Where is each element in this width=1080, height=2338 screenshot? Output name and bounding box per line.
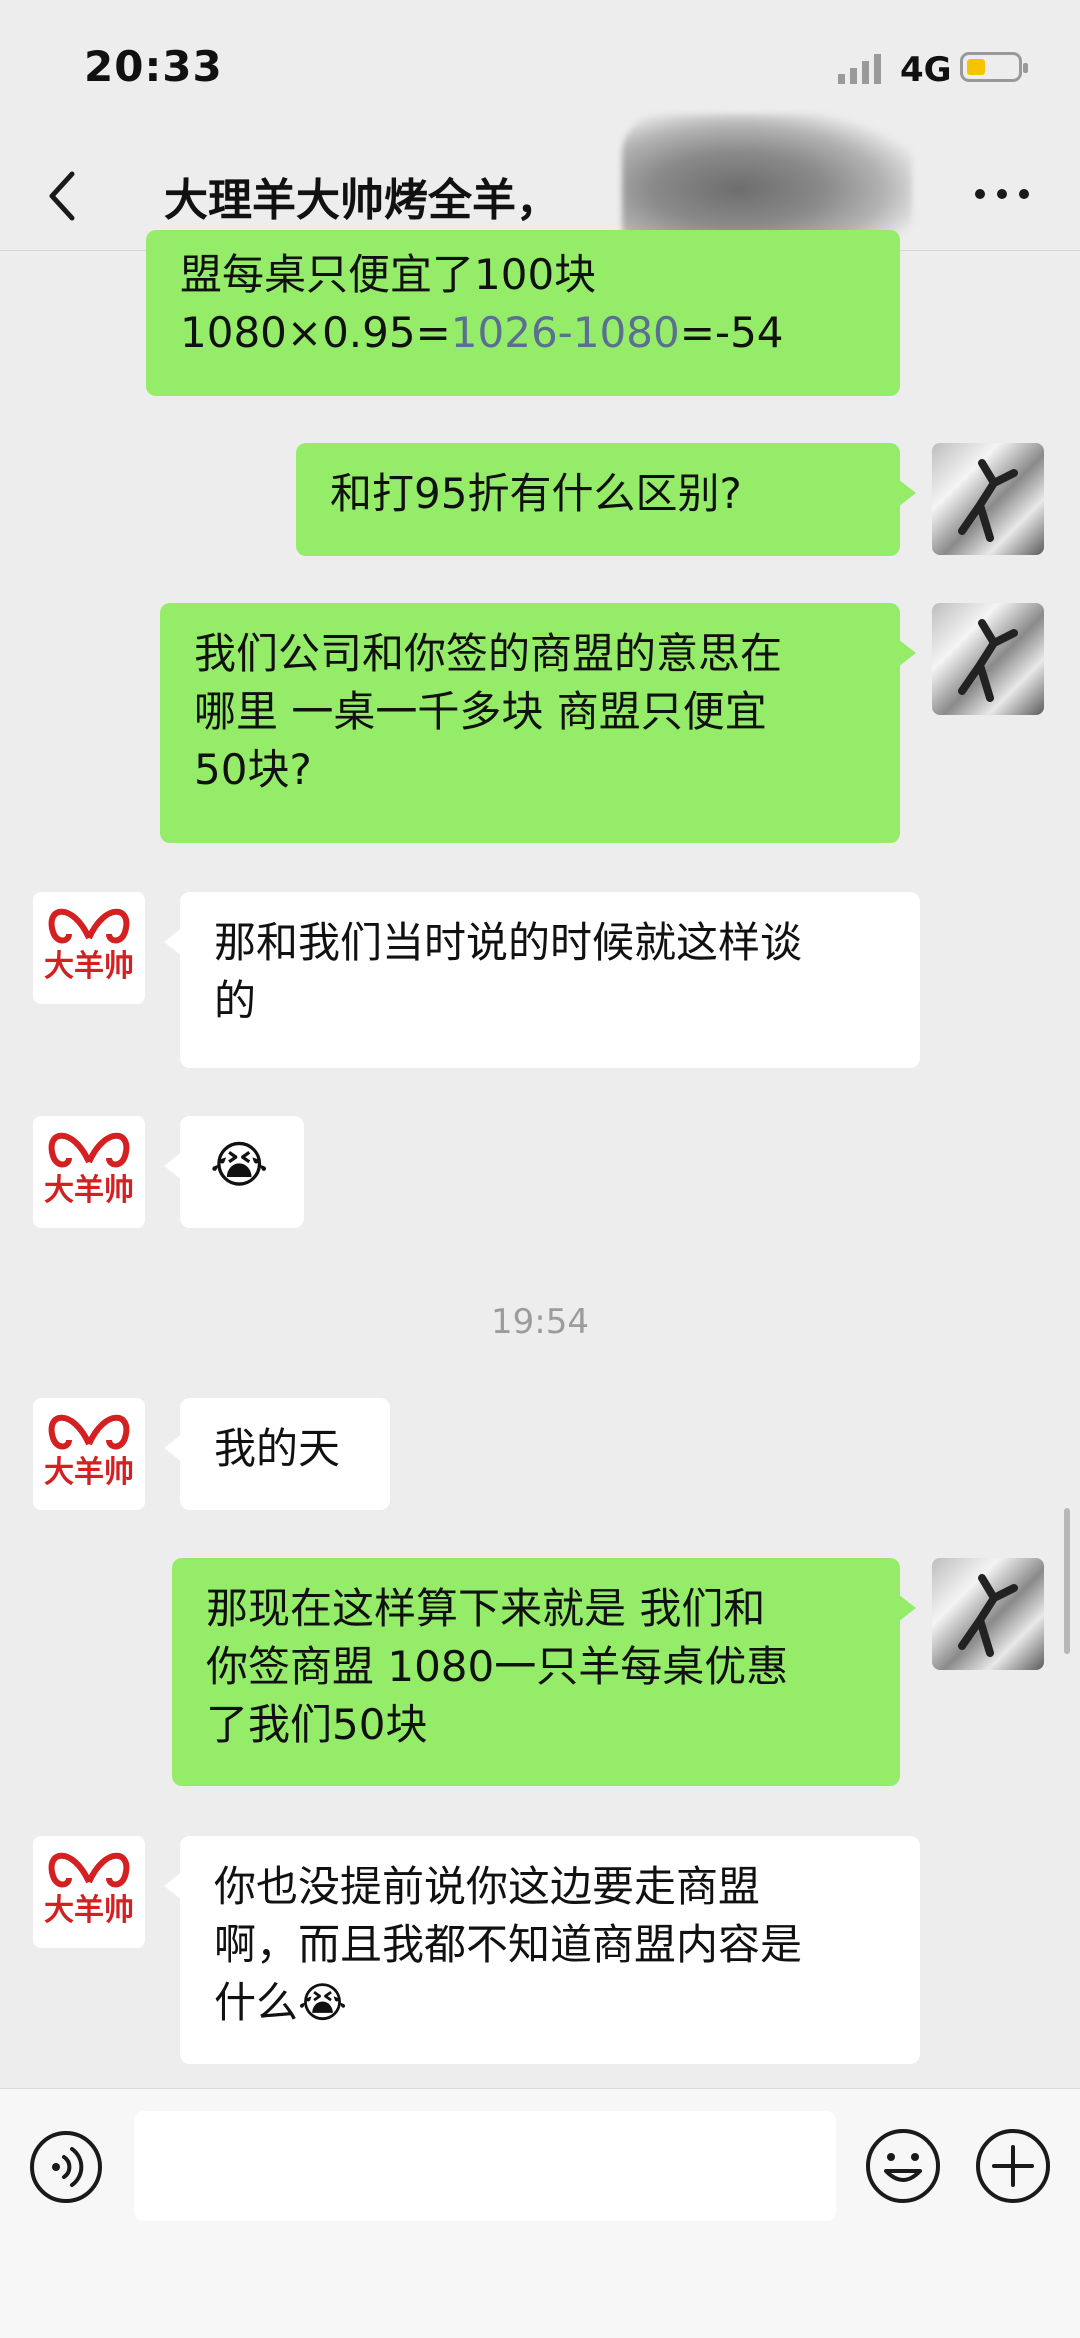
crying-laughing-emoji: 😭: [210, 1136, 269, 1194]
chat-title: 大理羊大帅烤全羊，: [164, 175, 560, 226]
message-bubble[interactable]: 和打95折有什么区别?: [296, 443, 916, 556]
back-arrow-icon[interactable]: [40, 166, 88, 226]
message-bubble[interactable]: 😭: [164, 1116, 304, 1228]
message-link[interactable]: 1026-1080: [451, 308, 680, 357]
message-line: 的: [214, 976, 257, 1025]
logo-text: 大羊帅: [44, 1173, 134, 1208]
message-line: 我们公司和你签的商盟的意思在: [194, 629, 783, 678]
avatar-self[interactable]: [932, 603, 1044, 715]
battery-icon: [960, 52, 1028, 82]
message-line: 盟每桌只便宜了100块: [180, 250, 597, 299]
avatar-self[interactable]: [932, 1558, 1044, 1670]
message-line: 哪里 一桌一千多块 商盟只便宜: [194, 687, 767, 736]
logo-text: 大羊帅: [44, 1455, 134, 1490]
message-bubble[interactable]: 我的天: [164, 1398, 390, 1510]
avatar-merchant-logo[interactable]: 大羊帅: [33, 1116, 145, 1228]
status-bar: 20:33 4G: [0, 0, 1080, 140]
message-line: 1080×0.95=1026-1080=-54: [180, 304, 866, 362]
message-text: 我的天: [214, 1424, 341, 1473]
message-bubble[interactable]: 那和我们当时说的时候就这样谈 的: [164, 892, 920, 1068]
message-line: 那和我们当时说的时候就这样谈: [214, 918, 803, 967]
message-timestamp: 19:54: [491, 1302, 589, 1342]
more-icon[interactable]: [972, 184, 1032, 204]
emoji-icon[interactable]: [864, 2127, 942, 2205]
logo-text: 大羊帅: [44, 1893, 134, 1928]
avatar-merchant-logo[interactable]: 大羊帅: [33, 1398, 145, 1510]
network-type: 4G: [900, 50, 952, 90]
message-bubble[interactable]: 我们公司和你签的商盟的意思在 哪里 一桌一千多块 商盟只便宜 50块?: [160, 603, 916, 843]
crying-laughing-emoji: 😭: [298, 1978, 348, 2027]
message-line: 什么😭: [214, 1974, 886, 2032]
scrollbar[interactable]: [1064, 1508, 1070, 1654]
voice-icon[interactable]: [28, 2129, 104, 2205]
logo-text: 大羊帅: [44, 949, 134, 984]
message-text: 什么: [214, 1978, 299, 2027]
message-line: 了我们50块: [206, 1700, 428, 1749]
message-bubble[interactable]: 盟每桌只便宜了100块 1080×0.95=1026-1080=-54: [146, 230, 900, 396]
battery-fill: [967, 59, 985, 75]
message-input[interactable]: [134, 2111, 836, 2221]
message-bubble[interactable]: 你也没提前说你这边要走商盟 啊，而且我都不知道商盟内容是 什么😭: [164, 1836, 920, 2064]
status-time: 20:33: [84, 42, 223, 91]
message-bubble[interactable]: 那现在这样算下来就是 我们和 你签商盟 1080一只羊每桌优惠 了我们50块: [172, 1558, 916, 1786]
plus-icon[interactable]: [974, 2127, 1052, 2205]
message-line: 50块?: [194, 745, 312, 794]
avatar-merchant-logo[interactable]: 大羊帅: [33, 1836, 145, 1948]
signal-icon: [838, 54, 881, 84]
avatar-self[interactable]: [932, 443, 1044, 555]
message-line: 你签商盟 1080一只羊每桌优惠: [206, 1642, 789, 1691]
message-line: 那现在这样算下来就是 我们和: [206, 1584, 766, 1633]
message-text: =-54: [679, 308, 784, 357]
input-bar: [0, 2088, 1080, 2338]
message-text: 和打95折有什么区别?: [330, 469, 742, 518]
message-line: 啊，而且我都不知道商盟内容是: [214, 1920, 803, 1969]
avatar-merchant-logo[interactable]: 大羊帅: [33, 892, 145, 1004]
message-line: 你也没提前说你这边要走商盟: [214, 1862, 761, 1911]
message-text: 1080×0.95=: [180, 308, 451, 357]
